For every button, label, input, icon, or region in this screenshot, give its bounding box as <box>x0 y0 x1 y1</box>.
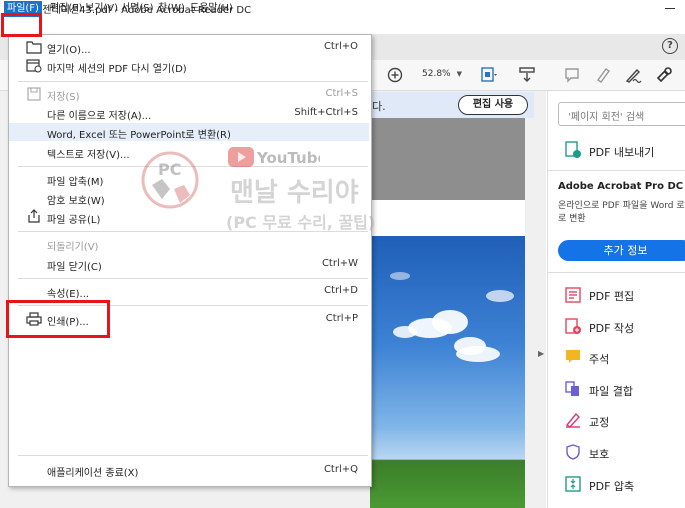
sign-icon[interactable] <box>624 66 642 84</box>
fit-page-icon[interactable] <box>480 66 498 84</box>
shortcut-properties: Ctrl+D <box>324 285 358 296</box>
reopen-session-icon <box>26 59 42 73</box>
scroll-mode-icon[interactable] <box>518 66 536 84</box>
pro-promo-title: Adobe Acrobat Pro DC <box>558 181 684 192</box>
redaction-box <box>38 340 325 446</box>
menu-separator <box>18 81 368 82</box>
menu-item-save-as[interactable]: 다른 이름으로 저장(A)... <box>47 107 151 122</box>
comment-icon[interactable] <box>565 349 581 365</box>
more-info-button[interactable]: 추가 정보 <box>558 240 685 261</box>
menu-item-open[interactable]: 열기(O)... <box>47 41 91 56</box>
menu-view[interactable]: 보기(V) <box>82 1 121 17</box>
highlight-file-menu <box>1 13 42 37</box>
export-pdf-label[interactable]: PDF 내보내기 <box>589 144 654 160</box>
edit-pdf-icon[interactable] <box>565 287 581 303</box>
menu-sign[interactable]: 서명(S) <box>118 1 157 17</box>
panel-divider <box>548 170 685 171</box>
comment-icon[interactable] <box>563 66 581 84</box>
tool-compress-pdf[interactable]: PDF 압축 <box>589 478 634 494</box>
watermark-pc-logo: PC <box>141 151 199 209</box>
watermark-subtitle: (PC 무료 수리, 꿀팁) <box>226 213 376 232</box>
menu-window[interactable]: 창(W) <box>155 1 188 17</box>
page-white-band <box>370 200 525 236</box>
shortcut-print: Ctrl+P <box>325 313 358 324</box>
page-header-band <box>370 118 525 200</box>
watermark-badge: PC <box>158 160 181 179</box>
panel-divider <box>548 272 685 273</box>
tool-create-pdf[interactable]: PDF 작성 <box>589 320 634 336</box>
menu-item-save: 저장(S) <box>47 92 80 103</box>
zoom-value: 52.8% <box>422 69 451 79</box>
chevron-down-icon: ▼ <box>456 70 462 78</box>
create-pdf-icon[interactable] <box>565 318 581 334</box>
tool-edit-pdf[interactable]: PDF 편집 <box>589 288 634 304</box>
menu-item-share-file[interactable]: 파일 공유(L) <box>47 211 100 226</box>
minimize-button[interactable] <box>662 2 678 14</box>
enable-editing-button[interactable]: 편집 사용 <box>458 95 528 115</box>
menu-item-exit[interactable]: 애플리케이션 종료(X) <box>47 464 138 479</box>
redact-icon[interactable] <box>565 412 581 428</box>
pro-promo-desc-1: 온라인으로 PDF 파일을 Word 로 <box>558 201 685 211</box>
shortcut-save-as: Shift+Ctrl+S <box>294 107 358 118</box>
menu-separator <box>18 278 368 279</box>
menu-bar <box>0 16 685 34</box>
menu-item-properties[interactable]: 속성(E)... <box>47 285 89 300</box>
watermark-title: 맨날 수리야 <box>230 178 359 208</box>
shortcut-save: Ctrl+S <box>325 88 358 99</box>
menu-separator <box>18 455 368 456</box>
export-pdf-icon[interactable] <box>565 141 581 159</box>
page-sky-photo <box>370 236 525 508</box>
menu-item-reopen-last-session[interactable]: 마지막 세션의 PDF 다시 열기(D) <box>47 60 187 75</box>
share-icon <box>28 209 40 223</box>
tool-protect[interactable]: 보호 <box>589 446 609 462</box>
menu-item-compress-file[interactable]: 파일 압축(M) <box>47 173 103 188</box>
tool-search-placeholder: '페이지 회전' 검색 <box>568 112 645 123</box>
compress-pdf-icon[interactable] <box>565 476 581 492</box>
tools-icon[interactable] <box>655 66 673 84</box>
menu-edit[interactable]: 편집(E) <box>47 1 86 17</box>
shortcut-open: Ctrl+O <box>323 41 358 52</box>
shortcut-close-file: Ctrl+W <box>321 258 358 269</box>
menu-item-convert-office[interactable]: Word, Excel 또는 PowerPoint로 변환(R) <box>47 126 231 141</box>
pro-promo-desc-2: 로 변환 <box>558 214 586 224</box>
shortcut-exit: Ctrl+Q <box>323 464 358 475</box>
menu-item-close-file[interactable]: 파일 닫기(C) <box>47 258 102 273</box>
combine-files-icon[interactable] <box>565 381 581 397</box>
menu-item-password-protect[interactable]: 암호 보호(W) <box>47 192 105 207</box>
cloud-image <box>390 272 514 362</box>
menu-help[interactable]: 도움말(H) <box>187 1 236 17</box>
panel-expand-arrow[interactable]: ▶ <box>538 349 544 358</box>
menu-item-revert: 되돌리기(V) <box>47 242 99 253</box>
watermark-youtube-logo: YouTube <box>228 147 320 167</box>
tool-redact[interactable]: 교정 <box>589 414 609 430</box>
menu-item-save-as-text[interactable]: 텍스트로 저장(V)... <box>47 146 130 161</box>
highlight-print-item <box>6 300 110 338</box>
open-folder-icon <box>26 41 42 54</box>
tool-combine-files[interactable]: 파일 결합 <box>589 383 633 399</box>
highlight-pen-icon[interactable] <box>594 66 612 84</box>
save-disk-icon <box>27 87 41 101</box>
help-icon[interactable]: ? <box>662 38 678 54</box>
zoom-in-icon[interactable] <box>386 66 404 84</box>
watermark-youtube: YouTube <box>256 149 320 167</box>
protect-icon[interactable] <box>565 444 581 460</box>
tool-comment[interactable]: 주석 <box>589 351 609 367</box>
zoom-level-select[interactable]: 52.8% ▼ <box>414 66 466 82</box>
info-bar-text: 다. <box>372 100 386 113</box>
